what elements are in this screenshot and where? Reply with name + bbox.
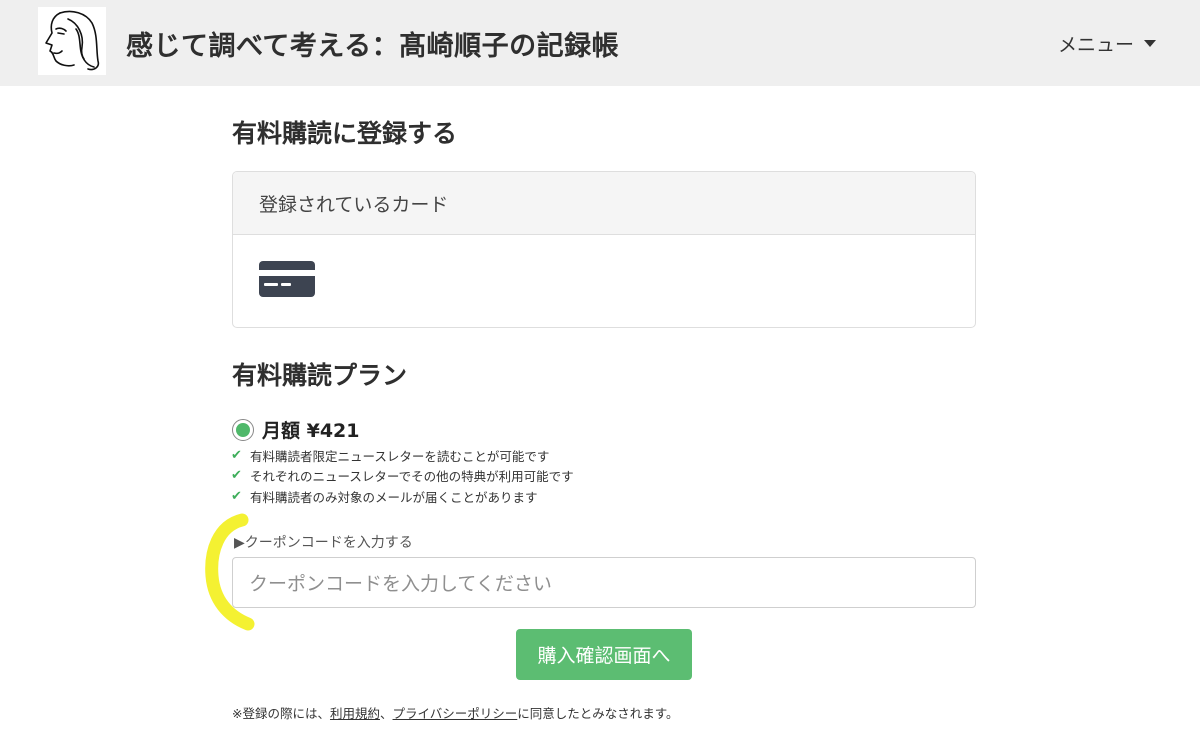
coupon-placeholder: クーポンコードを入力してください bbox=[249, 573, 552, 595]
credit-card-icon bbox=[259, 261, 315, 297]
site-header: 感じて調べて考える：髙崎順子の記録帳 メニュー bbox=[0, 0, 1200, 86]
yellow-highlight-mark-icon bbox=[205, 513, 255, 631]
feature-item: ✔ 有料購読者限定ニュースレターを読むことが可能です bbox=[231, 445, 574, 466]
menu-dropdown[interactable]: メニュー bbox=[1058, 30, 1156, 57]
coupon-input[interactable]: クーポンコードを入力してください bbox=[232, 557, 976, 608]
checkmark-icon: ✔ bbox=[231, 488, 242, 504]
feature-item: ✔ 有料購読者のみ対象のメールが届くことがあります bbox=[231, 486, 574, 507]
checkmark-icon: ✔ bbox=[231, 447, 242, 463]
card-panel-header: 登録されているカード bbox=[233, 172, 975, 235]
plan-option-monthly[interactable]: 月額 ¥421 bbox=[232, 416, 360, 443]
subscribe-heading: 有料購読に登録する bbox=[232, 119, 458, 148]
feature-text: 有料購読者のみ対象のメールが届くことがあります bbox=[250, 489, 538, 505]
site-title[interactable]: 感じて調べて考える：髙崎順子の記録帳 bbox=[126, 24, 619, 63]
terms-suffix: に同意したとみなされます。 bbox=[517, 706, 679, 721]
plan-label: 月額 ¥421 bbox=[262, 420, 360, 442]
feature-item: ✔ それぞれのニュースレターでその他の特典が利用可能です bbox=[231, 466, 574, 487]
menu-label: メニュー bbox=[1057, 34, 1134, 56]
caret-down-icon bbox=[1144, 40, 1156, 47]
terms-separator: 、 bbox=[380, 706, 393, 721]
checkmark-icon: ✔ bbox=[231, 468, 242, 484]
plans-heading: 有料購読プラン bbox=[232, 361, 408, 390]
plan-features: ✔ 有料購読者限定ニュースレターを読むことが可能です ✔ それぞれのニュースレタ… bbox=[231, 445, 574, 507]
registered-card-panel: 登録されているカード bbox=[232, 171, 976, 328]
radio-selected-dot bbox=[236, 422, 250, 437]
terms-notice: ※登録の際には、利用規約、プライバシーポリシーに同意したとみなされます。 bbox=[232, 703, 679, 722]
buy-confirm-button[interactable]: 購入確認画面へ bbox=[516, 629, 692, 680]
feature-text: それぞれのニュースレターでその他の特典が利用可能です bbox=[250, 469, 574, 485]
face-sketch-logo-icon bbox=[45, 10, 100, 71]
terms-of-use-link[interactable]: 利用規約 bbox=[330, 706, 380, 721]
feature-text: 有料購読者限定ニュースレターを読むことが可能です bbox=[250, 448, 550, 464]
card-panel-title: 登録されているカード bbox=[259, 193, 449, 216]
terms-prefix: ※登録の際には、 bbox=[232, 706, 330, 721]
privacy-policy-link[interactable]: プライバシーポリシー bbox=[393, 706, 518, 721]
plan-radio[interactable] bbox=[232, 418, 254, 441]
site-logo[interactable] bbox=[38, 7, 106, 75]
